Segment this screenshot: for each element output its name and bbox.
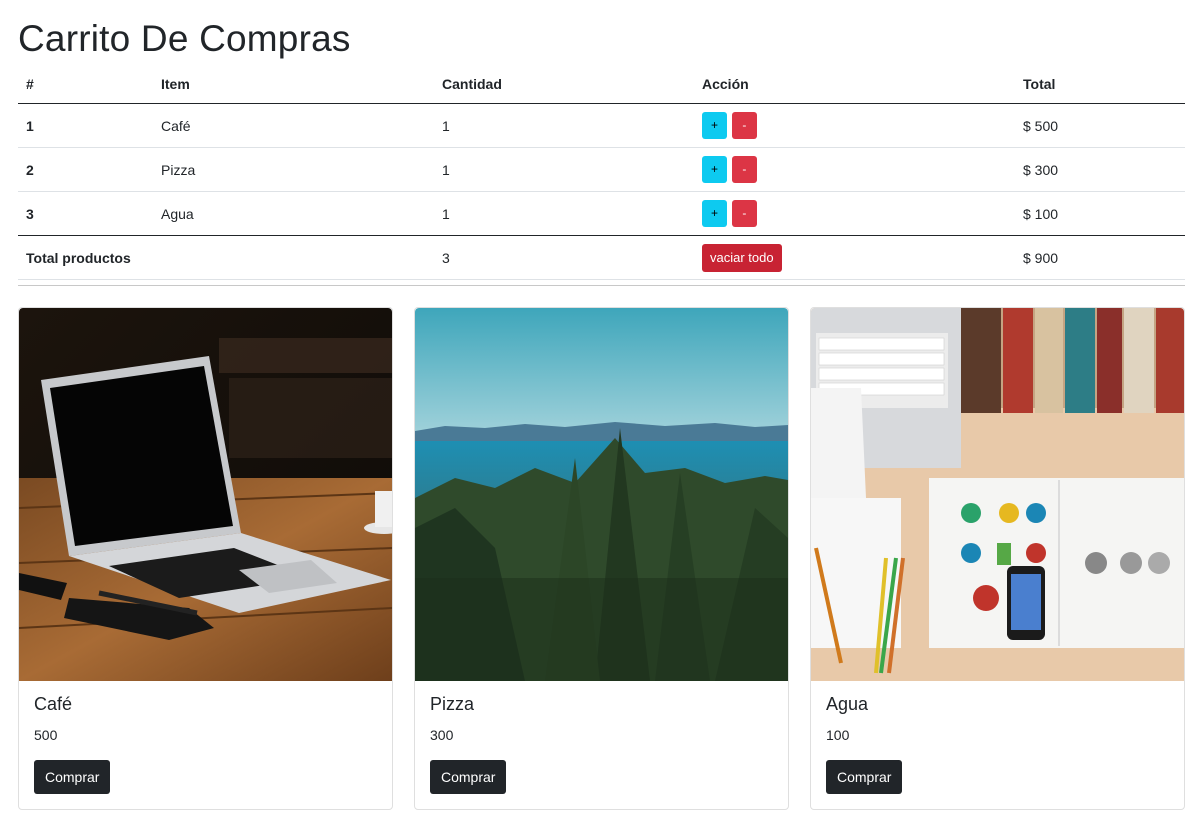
product-card: Pizza 300 Comprar: [414, 307, 789, 810]
row-quantity: 1: [434, 191, 694, 236]
table-header-row: # Item Cantidad Acción Total: [18, 65, 1185, 104]
product-image-forest: [415, 308, 788, 681]
footer-actions: vaciar todo: [694, 235, 1015, 280]
increase-button[interactable]: +: [702, 156, 727, 183]
buy-button[interactable]: Comprar: [34, 760, 111, 794]
page-title: Carrito De Compras: [18, 18, 351, 59]
table-row: 1 Café 1 + - $ 500: [18, 103, 1185, 148]
header-total: Total: [1015, 65, 1185, 104]
row-item: Pizza: [153, 147, 434, 192]
clear-cart-button[interactable]: vaciar todo: [702, 243, 782, 272]
header-number: #: [18, 65, 153, 104]
total-quantity: 3: [434, 235, 694, 280]
table-row: 3 Agua 1 + - $ 100: [18, 191, 1185, 236]
product-price: 100: [826, 727, 850, 743]
row-number: 1: [18, 103, 153, 148]
product-card: Agua 100 Comprar: [810, 307, 1185, 810]
row-total: $ 100: [1015, 191, 1185, 236]
product-price: 300: [430, 727, 454, 743]
row-number: 2: [18, 147, 153, 192]
product-card: Café 500 Comprar: [18, 307, 393, 810]
product-name: Agua: [826, 694, 869, 714]
row-actions: + -: [694, 147, 1015, 192]
header-item: Item: [153, 65, 434, 104]
cart-table: # Item Cantidad Acción Total 1 Café 1 + …: [18, 65, 1185, 280]
grand-total: $ 900: [1015, 235, 1185, 280]
increase-button[interactable]: +: [702, 112, 727, 139]
product-name: Café: [34, 694, 73, 714]
table-footer-row: Total productos 3 vaciar todo $ 900: [18, 235, 1185, 280]
row-number: 3: [18, 191, 153, 236]
decrease-button[interactable]: -: [731, 200, 757, 227]
product-image-desk: [811, 308, 1184, 681]
row-total: $ 500: [1015, 103, 1185, 148]
row-total: $ 300: [1015, 147, 1185, 192]
table-row: 2 Pizza 1 + - $ 300: [18, 147, 1185, 192]
product-price: 500: [34, 727, 58, 743]
header-quantity: Cantidad: [434, 65, 694, 104]
decrease-button[interactable]: -: [731, 112, 757, 139]
increase-button[interactable]: +: [702, 200, 727, 227]
product-image-laptop: [19, 308, 392, 681]
decrease-button[interactable]: -: [731, 156, 757, 183]
header-action: Acción: [694, 65, 1015, 104]
row-actions: + -: [694, 103, 1015, 148]
buy-button[interactable]: Comprar: [430, 760, 507, 794]
buy-button[interactable]: Comprar: [826, 760, 903, 794]
product-name: Pizza: [430, 694, 475, 714]
total-products-label: Total productos: [18, 235, 434, 280]
row-item: Café: [153, 103, 434, 148]
row-actions: + -: [694, 191, 1015, 236]
row-quantity: 1: [434, 103, 694, 148]
divider: [18, 285, 1185, 286]
row-quantity: 1: [434, 147, 694, 192]
product-cards: Café 500 Comprar Pizza 300 Comprar Agua …: [18, 307, 1185, 810]
row-item: Agua: [153, 191, 434, 236]
